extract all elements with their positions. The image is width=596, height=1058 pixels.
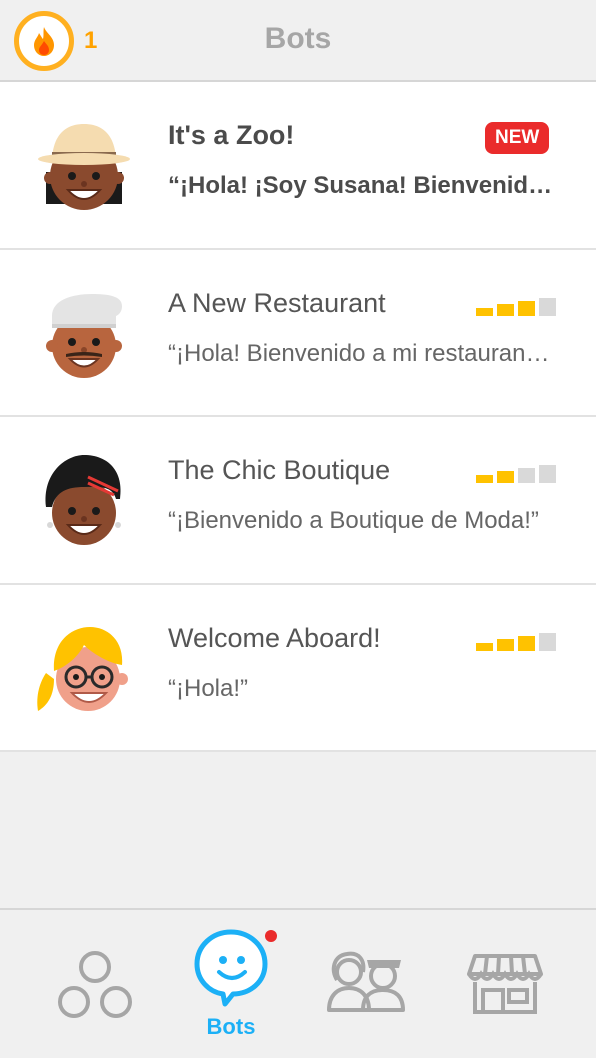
bot-list: It's a Zoo! NEW “¡Hola! ¡Soy Susana! Bie…	[0, 82, 596, 752]
tab-learn[interactable]	[40, 910, 150, 1058]
bot-chat-icon	[194, 929, 268, 1007]
chef-avatar-icon	[46, 293, 122, 378]
bot-name: It's a Zoo!	[168, 120, 295, 150]
bot-message-preview: “¡Hola! ¡Soy Susana! Bienvenido al zoo!”	[168, 172, 556, 199]
bot-name: A New Restaurant	[168, 287, 386, 318]
bot-row-restaurant[interactable]: A New Restaurant “¡Hola! Bienvenido a mi…	[0, 249, 596, 417]
new-badge: NEW	[485, 122, 550, 154]
bot-name: Welcome Aboard!	[168, 622, 381, 653]
difficulty-meter	[476, 632, 556, 651]
bot-row-aboard[interactable]: Welcome Aboard! “¡Hola!”	[0, 584, 596, 752]
bot-row-boutique[interactable]: The Chic Boutique “¡Bienvenido a Boutiqu…	[0, 417, 596, 585]
tab-bots-label: Bots	[206, 1014, 256, 1039]
bot-message-preview: “¡Bienvenido a Boutique de Moda!”	[168, 507, 539, 534]
tab-clubs[interactable]	[315, 910, 415, 1058]
difficulty-bar	[476, 642, 493, 651]
people-icon	[327, 951, 405, 1012]
notification-dot	[265, 930, 277, 942]
difficulty-bar	[476, 475, 493, 483]
bot-row-zoo[interactable]: It's a Zoo! NEW “¡Hola! ¡Soy Susana! Bie…	[0, 82, 596, 250]
tab-shop[interactable]	[455, 910, 555, 1058]
flight-attendant-avatar-icon	[37, 626, 128, 711]
bottom-tab-bar: Bots	[0, 908, 596, 1058]
shopkeeper-avatar-icon	[45, 455, 121, 545]
difficulty-bar	[539, 465, 556, 483]
difficulty-bar	[497, 303, 514, 316]
difficulty-bar	[497, 471, 514, 483]
difficulty-bar	[476, 307, 493, 316]
difficulty-meter	[476, 297, 556, 316]
tab-bots[interactable]: Bots	[175, 910, 287, 1058]
zookeeper-avatar-icon	[38, 124, 130, 210]
store-icon	[467, 954, 543, 1014]
bot-message-preview: “¡Hola!”	[168, 674, 249, 702]
difficulty-bar	[518, 635, 535, 651]
top-bar: 1 Bots	[0, 0, 596, 82]
skill-tree-icon	[58, 951, 132, 1018]
difficulty-bar	[539, 632, 556, 651]
difficulty-meter	[476, 465, 556, 483]
difficulty-bar	[518, 468, 535, 483]
page-title: Bots	[264, 22, 332, 55]
difficulty-bar	[518, 300, 535, 316]
difficulty-bar	[539, 297, 556, 316]
bot-name: The Chic Boutique	[168, 455, 391, 485]
bot-message-preview: “¡Hola! Bienvenido a mi restaurante.”	[168, 339, 556, 367]
difficulty-bar	[497, 638, 514, 651]
